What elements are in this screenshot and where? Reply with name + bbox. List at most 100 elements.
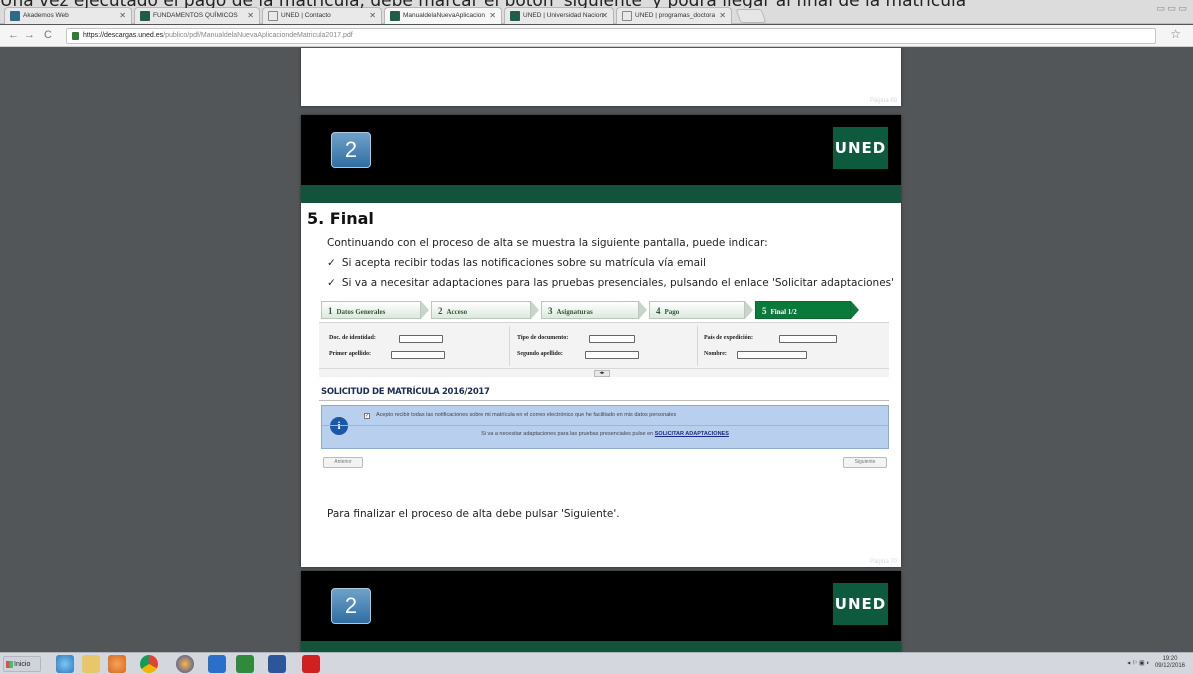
tipo-documento-label: Tipo de documento: xyxy=(517,335,569,341)
checkmark-icon: ✓ xyxy=(327,257,336,269)
segundo-apellido-field[interactable] xyxy=(585,351,639,359)
adaptations-text: Si va a necesitar adaptaciones para las … xyxy=(322,431,888,437)
tab-label: UNED | programas_doctora xyxy=(635,12,716,19)
media-player-icon[interactable] xyxy=(108,655,126,673)
checkmark-icon: ✓ xyxy=(327,277,336,289)
acrobat-icon[interactable] xyxy=(302,655,320,673)
app-icon[interactable] xyxy=(236,655,254,673)
tab-label: UNED | Universidad Nacion xyxy=(523,12,604,19)
bullet-text: Si va a necesitar adaptaciones para las … xyxy=(341,277,895,289)
doc-identidad-label: Doc. de identidad: xyxy=(329,335,376,341)
document-icon xyxy=(268,11,278,21)
personal-data-form: Doc. de identidad: Primer apellido: Tipo… xyxy=(319,322,889,377)
bullet-text: Si acepta recibir todas las notificacion… xyxy=(341,257,706,269)
intro-text: Continuando con el proceso de alta se mu… xyxy=(327,237,768,249)
windows-flag-icon xyxy=(6,661,13,668)
nombre-field[interactable] xyxy=(737,351,807,359)
step-datos-generales: 1 Datos Generales xyxy=(321,301,421,319)
collapse-toggle-icon[interactable]: ◂▸ xyxy=(594,370,610,377)
pdf-page-next: 2 UNED xyxy=(301,571,901,652)
reload-icon[interactable]: C xyxy=(44,29,52,41)
email-consent-label: Acepto recibir todas las notificaciones … xyxy=(376,412,677,418)
browser-toolbar: ← → C https://descargas.uned.es/publico/… xyxy=(0,25,1193,47)
form-divider xyxy=(697,326,698,366)
pdf-page-previous: Página 69 xyxy=(301,48,901,106)
form-divider xyxy=(509,326,510,366)
word-icon[interactable] xyxy=(268,655,286,673)
step-pago: 4 Pago xyxy=(649,301,745,319)
start-label: Inicio xyxy=(14,661,31,668)
system-tray: ◂ ⚐ ▣ ◐ 19:20 09/12/2016 xyxy=(1127,656,1185,670)
solicitar-adaptaciones-link[interactable]: SOLICITAR ADAPTACIONES xyxy=(655,431,729,437)
internet-explorer-icon[interactable] xyxy=(56,655,74,673)
pais-expedicion-label: País de expedición: xyxy=(704,335,753,341)
pais-expedicion-field[interactable] xyxy=(779,335,837,343)
section-title: 5. Final xyxy=(307,209,374,228)
firefox-icon[interactable] xyxy=(176,655,194,673)
step-arrow xyxy=(745,301,753,319)
url-path: /publico/pdf/ManualdelaNuevaAplicacionde… xyxy=(163,32,353,39)
green-divider xyxy=(301,185,901,203)
page-number: Página 69 xyxy=(869,98,897,104)
adaptations-label: Si va a necesitar adaptaciones para las … xyxy=(481,431,654,437)
step-final: 5 Final 1/2 xyxy=(755,301,851,319)
close-icon[interactable]: ✕ xyxy=(247,11,254,20)
tab-label: FUNDAMENTOS QUÍMICOS xyxy=(153,12,238,19)
chapter-banner: 2 UNED xyxy=(301,115,901,185)
screen: Una vez ejecutado el pago de la matrícul… xyxy=(0,0,1193,674)
form-footer: ◂▸ xyxy=(319,368,889,378)
tab-fundamentos[interactable]: FUNDAMENTOS QUÍMICOS ✕ xyxy=(134,7,260,24)
document-icon xyxy=(622,11,632,21)
siguiente-button[interactable]: Siguiente xyxy=(843,457,887,468)
pdf-viewer[interactable]: Página 69 2 UNED 5. Final Continuando co… xyxy=(0,48,1193,652)
step-acceso: 2 Acceso xyxy=(431,301,531,319)
solicitud-title: SOLICITUD DE MATRÍCULA 2016/2017 xyxy=(321,387,490,397)
tipo-documento-field[interactable] xyxy=(589,335,635,343)
primer-apellido-field[interactable] xyxy=(391,351,445,359)
step-asignaturas: 3 Asignaturas xyxy=(541,301,639,319)
close-icon[interactable]: ✕ xyxy=(719,11,726,20)
tab-label: ManualdelaNuevaAplicacion xyxy=(403,12,486,19)
lock-icon xyxy=(72,32,79,40)
chapter-number: 2 xyxy=(331,132,371,168)
chrome-icon[interactable] xyxy=(140,655,158,673)
bullet-item: ✓ Si va a necesitar adaptaciones para las… xyxy=(327,277,894,289)
email-consent-checkbox[interactable]: ✓ xyxy=(364,413,370,419)
step-arrow xyxy=(639,301,647,319)
close-icon[interactable]: ✕ xyxy=(601,11,608,20)
step-arrow xyxy=(531,301,539,319)
address-bar[interactable]: https://descargas.uned.es/publico/pdf/Ma… xyxy=(66,28,1156,44)
tab-contacto[interactable]: UNED | Contacto ✕ xyxy=(262,7,382,24)
clock[interactable]: 19:20 09/12/2016 xyxy=(1155,656,1185,670)
new-tab-button[interactable] xyxy=(735,9,767,23)
close-icon[interactable]: ✕ xyxy=(119,11,126,20)
pdf-page-current: 2 UNED 5. Final Continuando con el proce… xyxy=(301,115,901,567)
segundo-apellido-label: Segundo apellido: xyxy=(517,351,563,357)
bookmark-star-icon[interactable]: ☆ xyxy=(1170,27,1181,41)
primer-apellido-label: Primer apellido: xyxy=(329,351,372,357)
close-icon[interactable]: ✕ xyxy=(489,11,496,20)
tab-manual[interactable]: ManualdelaNuevaAplicacion ✕ xyxy=(384,7,502,24)
back-icon[interactable]: ← xyxy=(8,29,19,41)
forward-icon[interactable]: → xyxy=(24,29,35,41)
close-icon[interactable]: ✕ xyxy=(369,11,376,20)
chapter-number: 2 xyxy=(331,588,371,624)
clock-time: 19:20 xyxy=(1162,656,1178,662)
caption-text: Una vez ejecutado el pago de la matrícul… xyxy=(0,0,1193,8)
windows-taskbar: Inicio ◂ ⚐ ▣ ◐ 19:20 09/12/2016 xyxy=(0,652,1193,674)
clock-date: 09/12/2016 xyxy=(1154,663,1185,669)
outlook-icon[interactable] xyxy=(208,655,226,673)
tab-programas[interactable]: UNED | programas_doctora ✕ xyxy=(616,7,732,24)
page-number: Página 70 xyxy=(869,559,897,565)
anterior-button[interactable]: Anterior xyxy=(323,457,363,468)
tab-akademos[interactable]: Akademos Web ✕ xyxy=(4,7,132,24)
step-arrow xyxy=(421,301,429,319)
doc-identidad-field[interactable] xyxy=(399,335,443,343)
tray-icons[interactable]: ◂ ⚐ ▣ ◐ xyxy=(1127,661,1153,667)
tab-universidad[interactable]: UNED | Universidad Nacion ✕ xyxy=(504,7,614,24)
progress-steps: 1 Datos Generales 2 Acceso 3 Asignaturas 4P… xyxy=(321,301,886,319)
green-divider xyxy=(301,641,901,652)
final-instruction-text: Para finalizar el proceso de alta debe p… xyxy=(327,508,620,520)
start-button[interactable]: Inicio xyxy=(3,656,41,672)
file-explorer-icon[interactable] xyxy=(82,655,100,673)
